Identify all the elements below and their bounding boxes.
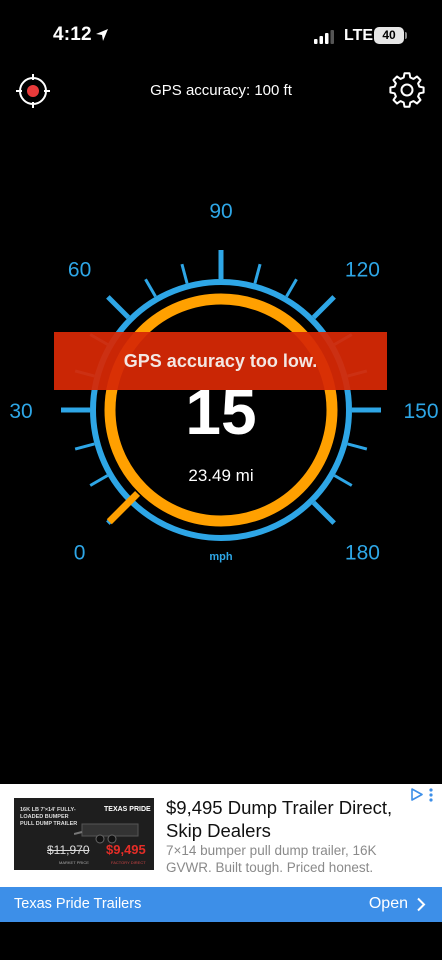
ad-advertiser-name: Texas Pride Trailers: [14, 896, 142, 912]
speed-value: 15: [185, 376, 257, 448]
gauge-minor-tick: [347, 442, 368, 451]
battery-cap: [405, 32, 407, 39]
adchoices-icon[interactable]: [410, 788, 424, 801]
battery-icon: 40: [374, 27, 404, 44]
gauge-label-90: 90: [209, 200, 232, 223]
gauge-label-0: 0: [74, 541, 86, 564]
gauge-label-120: 120: [345, 259, 380, 282]
gauge-label-60: 60: [68, 259, 91, 282]
chevron-right-icon: [417, 897, 426, 912]
ad-thumb-old-price: $11,970: [47, 843, 90, 857]
gauge-unit-label: mph: [209, 551, 233, 563]
ad-cta-bar[interactable]: Texas Pride Trailers Open: [0, 887, 442, 922]
carrier-label: LTE: [344, 27, 374, 44]
ad-thumb-line: 16K LB 7'×14' FULLY-: [20, 807, 76, 813]
gauge-minor-tick: [74, 442, 95, 451]
gauge-label-180: 180: [345, 541, 380, 564]
ad-thumb-line: LOADED BUMPER: [20, 814, 69, 820]
gauge-major-tick: [106, 295, 131, 320]
cellular-signal-icon: [314, 30, 334, 44]
ad-thumb-caption: MARKET PRICE: [59, 860, 89, 865]
ad-description: 7×14 bumper pull dump trailer, 16K GVWR.…: [166, 843, 377, 875]
gauge-minor-tick: [285, 278, 298, 298]
trailer-image-icon: [74, 823, 139, 844]
ad-more-options-icon[interactable]: [426, 787, 436, 803]
ad-thumb-line: PULL DUMP TRAILER: [20, 821, 78, 827]
status-time: 4:12: [53, 24, 92, 45]
ad-banner[interactable]: 16K LB 7'×14' FULLY- LOADED BUMPER PULL …: [0, 784, 442, 922]
ad-headline[interactable]: $9,495 Dump Trailer Direct, Skip Dealers: [166, 796, 411, 842]
distance-value: 23.49 mi: [188, 466, 254, 485]
gps-accuracy-label: GPS accuracy: 100 ft: [150, 82, 292, 99]
gauge-minor-tick: [180, 263, 189, 284]
gauge-minor-tick: [253, 263, 262, 284]
ad-thumbnail-image[interactable]: 16K LB 7'×14' FULLY- LOADED BUMPER PULL …: [14, 798, 154, 870]
gauge-needle: [106, 490, 141, 525]
ad-thumb-brand: TEXAS PRIDE: [104, 806, 151, 813]
ad-thumb-new-price: $9,495: [106, 842, 146, 857]
status-bar: 4:12 LTE 40: [0, 0, 442, 72]
gauge-minor-tick: [144, 278, 157, 298]
top-bar: GPS accuracy: 100 ft: [0, 70, 442, 112]
gauge-major-tick: [311, 295, 336, 320]
location-arrow-icon: [96, 29, 108, 41]
ad-open-button[interactable]: Open: [369, 895, 408, 913]
home-indicator-area: [0, 922, 442, 960]
ad-thumb-caption: FACTORY DIRECT: [111, 860, 146, 865]
gauge-major-tick: [311, 500, 336, 525]
settings-gear-button[interactable]: [388, 72, 426, 110]
